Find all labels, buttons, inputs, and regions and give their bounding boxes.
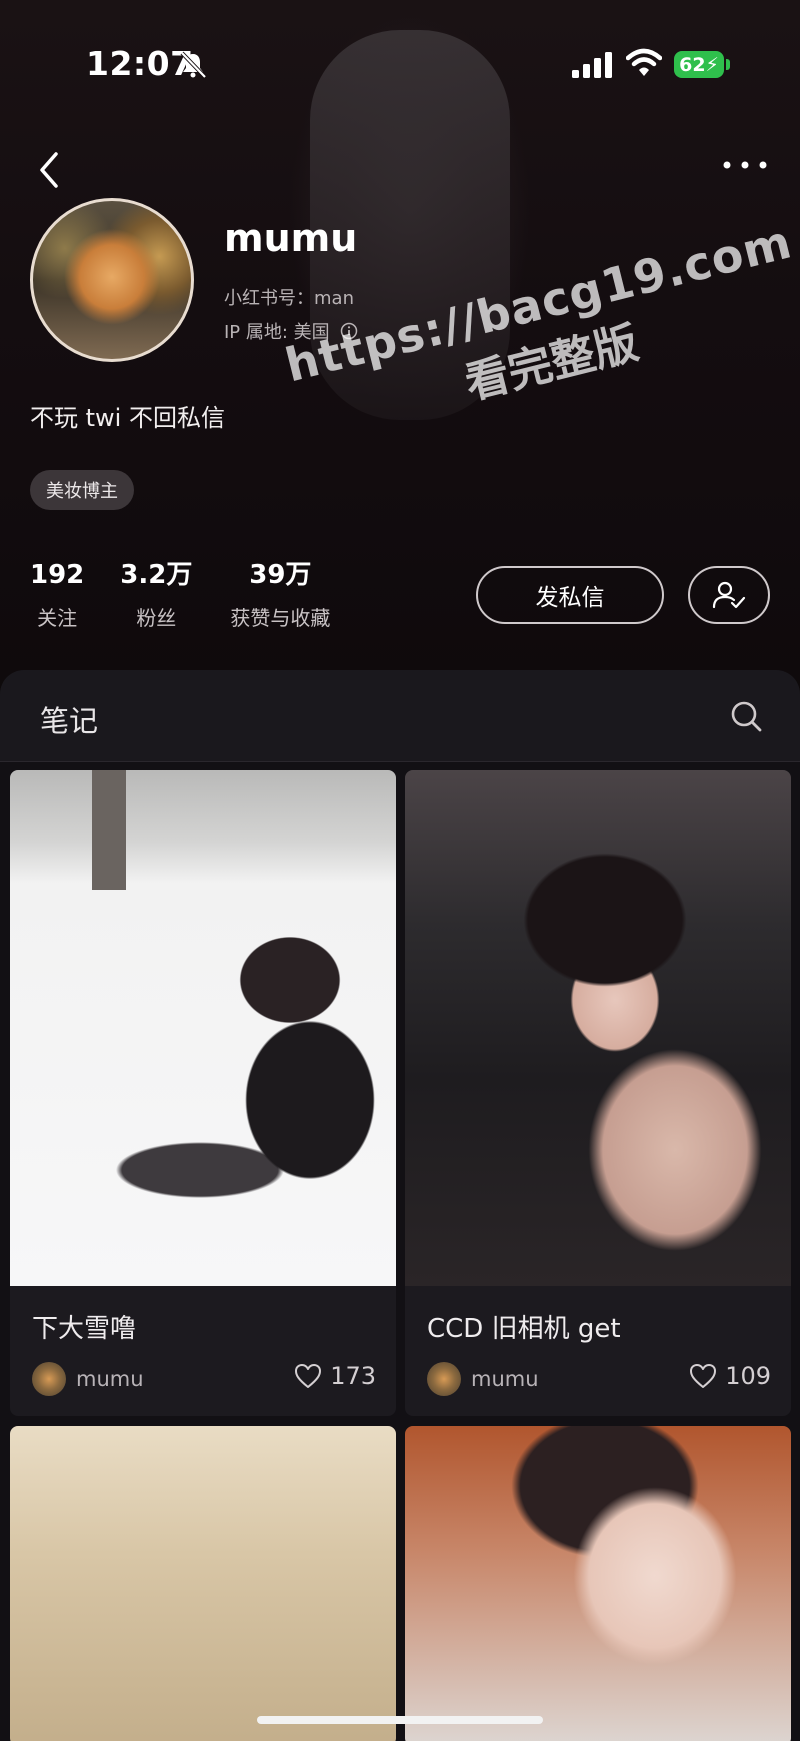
stat-value: 3.2万 <box>120 560 193 590</box>
note-title: 下大雪噜 <box>32 1314 137 1344</box>
wifi-icon <box>626 48 662 76</box>
heart-icon <box>295 1364 322 1388</box>
bio: 不玩 twi 不回私信 <box>30 404 225 432</box>
redbook-id: 小红书号：man <box>224 288 354 309</box>
stat-followers[interactable]: 3.2万 粉丝 <box>120 562 192 631</box>
author-avatar <box>427 1362 461 1396</box>
profile-tag[interactable]: 美妆博主 <box>30 470 134 510</box>
status-bar: 12:07 62 ⚡ <box>0 0 800 120</box>
battery-nub <box>726 59 730 70</box>
note-card[interactable]: CCD 旧相机 get mumu 109 <box>405 770 791 1416</box>
note-card[interactable] <box>405 1426 791 1741</box>
signal-icon <box>572 52 612 78</box>
note-cover-image[interactable] <box>405 770 791 1286</box>
author-name: mumu <box>76 1367 144 1391</box>
note-cover-image[interactable] <box>10 770 396 1286</box>
note-title: CCD 旧相机 get <box>427 1314 621 1344</box>
stat-value: 39万 <box>249 560 312 590</box>
note-author[interactable]: mumu <box>32 1362 144 1396</box>
avatar[interactable] <box>30 198 194 362</box>
follow-status-icon <box>712 581 746 609</box>
stat-following[interactable]: 192 关注 <box>30 562 84 631</box>
more-icon[interactable] <box>722 158 768 172</box>
notes-panel: 笔记 下大雪噜 mumu 173 CCD 旧相机 get mumu 109 <box>0 670 800 1741</box>
note-likes[interactable]: 109 <box>689 1362 771 1390</box>
note-card[interactable] <box>10 1426 396 1741</box>
info-icon[interactable] <box>340 322 358 340</box>
message-button[interactable]: 发私信 <box>476 566 664 624</box>
bell-slash-icon <box>180 51 207 79</box>
author-name: mumu <box>471 1367 539 1391</box>
author-avatar <box>32 1362 66 1396</box>
tree-trunk <box>92 770 126 890</box>
username: mumu <box>224 216 358 260</box>
back-icon[interactable] <box>34 150 64 190</box>
profile-header: 12:07 62 ⚡ mumu 小红书号：man IP 属地: 美国 不玩 tw… <box>0 0 800 680</box>
note-cover-image[interactable] <box>10 1426 396 1741</box>
follow-status-button[interactable] <box>688 566 770 624</box>
stat-label: 关注 <box>37 606 78 630</box>
note-likes[interactable]: 173 <box>294 1362 376 1390</box>
ip-location-row: IP 属地: 美国 <box>224 318 358 344</box>
battery-level: 62 ⚡ <box>674 51 724 78</box>
profile-stats: 192 关注 3.2万 粉丝 39万 获赞与收藏 <box>30 562 366 631</box>
stat-label: 粉丝 <box>136 606 177 630</box>
note-cover-image[interactable] <box>405 1426 791 1741</box>
note-card[interactable]: 下大雪噜 mumu 173 <box>10 770 396 1416</box>
home-indicator[interactable] <box>257 1716 543 1724</box>
stat-likes[interactable]: 39万 获赞与收藏 <box>230 562 330 631</box>
heart-icon <box>690 1364 717 1388</box>
notes-tabbar: 笔记 <box>0 670 800 762</box>
likes-count: 173 <box>330 1362 376 1390</box>
note-author[interactable]: mumu <box>427 1362 539 1396</box>
likes-count: 109 <box>725 1362 771 1390</box>
search-icon[interactable] <box>728 698 764 734</box>
tab-notes[interactable]: 笔记 <box>40 698 98 740</box>
ip-location: IP 属地: 美国 <box>224 322 330 343</box>
stat-label: 获赞与收藏 <box>230 606 331 630</box>
stat-value: 192 <box>30 560 85 590</box>
